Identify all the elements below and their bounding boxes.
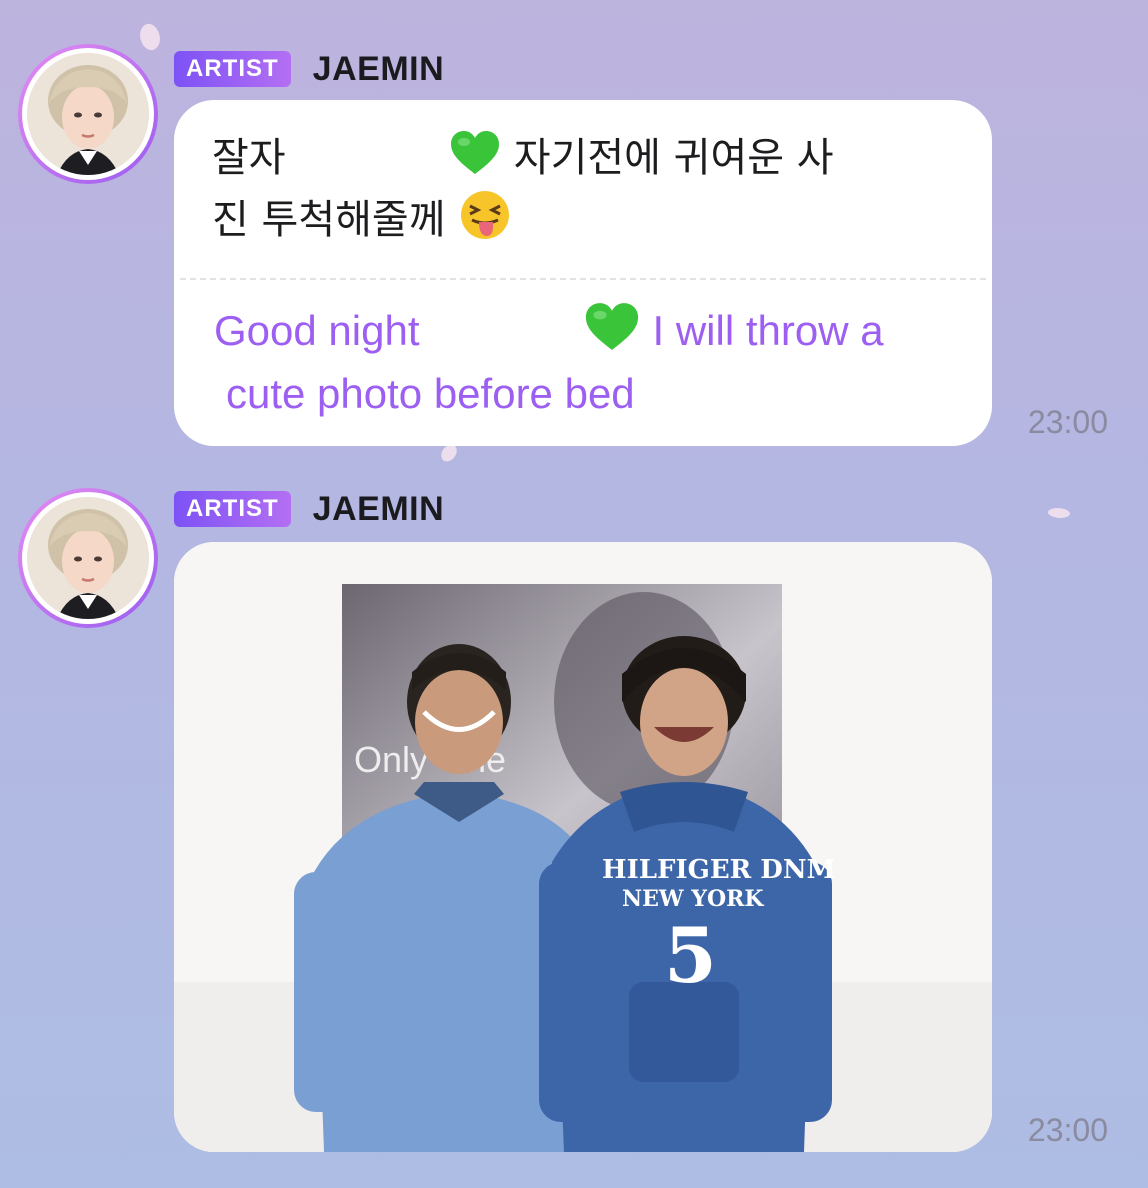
translation-text-part: Good night — [214, 307, 420, 355]
shared-photo[interactable]: Only One HILFIGER DNM NEW YORK 5 — [174, 542, 992, 1152]
artist-badge: ARTIST — [174, 491, 291, 527]
avatar[interactable] — [18, 44, 158, 184]
author-row: ARTIST JAEMIN — [174, 48, 444, 90]
korean-message: 잘자 자기전에 귀여운 사 진 투척해줄께 — [174, 100, 992, 254]
squinting-tongue-face-icon — [458, 190, 512, 254]
author-row: ARTIST JAEMIN — [174, 488, 444, 530]
message-time: 23:00 — [1027, 404, 1108, 440]
message-bubble[interactable]: 잘자 자기전에 귀여운 사 진 투척해줄께 Good night I will … — [174, 100, 992, 446]
translation-text-part: I will throw a — [652, 307, 884, 355]
artist-badge: ARTIST — [174, 51, 291, 87]
translation-message: Good night I will throw a cute photo bef… — [174, 280, 992, 422]
petal-decoration — [1047, 506, 1071, 520]
green-heart-icon — [583, 302, 641, 366]
green-heart-icon — [449, 130, 501, 190]
korean-text-part: 진 투척해줄께 — [212, 197, 446, 243]
message-time: 23:00 — [1027, 1112, 1108, 1148]
translation-text-part: cute photo before bed — [226, 370, 635, 417]
hoodie-text: NEW YORK — [622, 886, 764, 912]
petal-decoration — [134, 20, 166, 54]
author-name[interactable]: JAEMIN — [313, 490, 444, 529]
korean-text-part: 잘자 — [212, 135, 286, 181]
author-name[interactable]: JAEMIN — [313, 50, 444, 89]
photo-message[interactable]: Only One HILFIGER DNM NEW YORK 5 — [174, 542, 992, 1152]
korean-text-part: 자기전에 귀여운 사 — [513, 135, 834, 181]
hoodie-text: HILFIGER DNM — [602, 855, 835, 885]
avatar[interactable] — [18, 488, 158, 628]
hoodie-number: 5 — [664, 911, 717, 1000]
